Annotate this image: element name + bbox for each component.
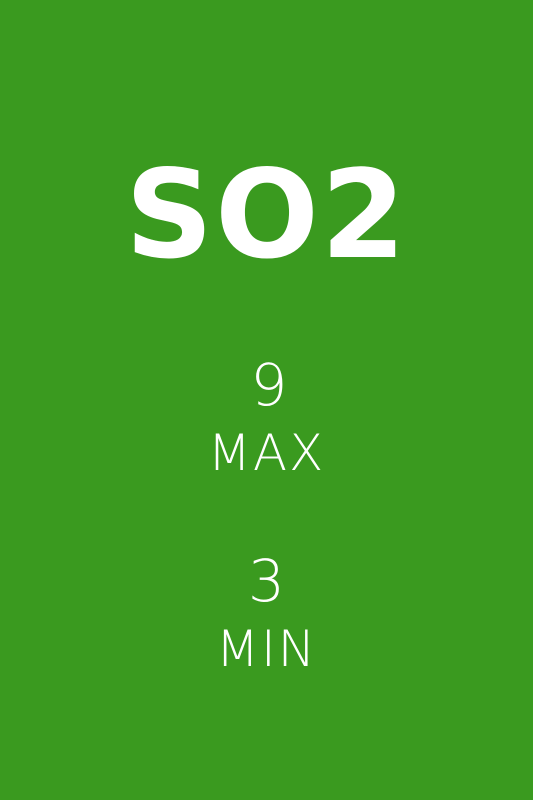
- pollutant-title: SO2: [125, 144, 408, 286]
- max-value: 9: [250, 351, 288, 419]
- min-value: 3: [248, 547, 285, 615]
- pollutant-card: SO2 9 MAX 3 MIN: [0, 0, 533, 800]
- min-label: MIN: [215, 620, 318, 678]
- max-label: MAX: [207, 424, 326, 482]
